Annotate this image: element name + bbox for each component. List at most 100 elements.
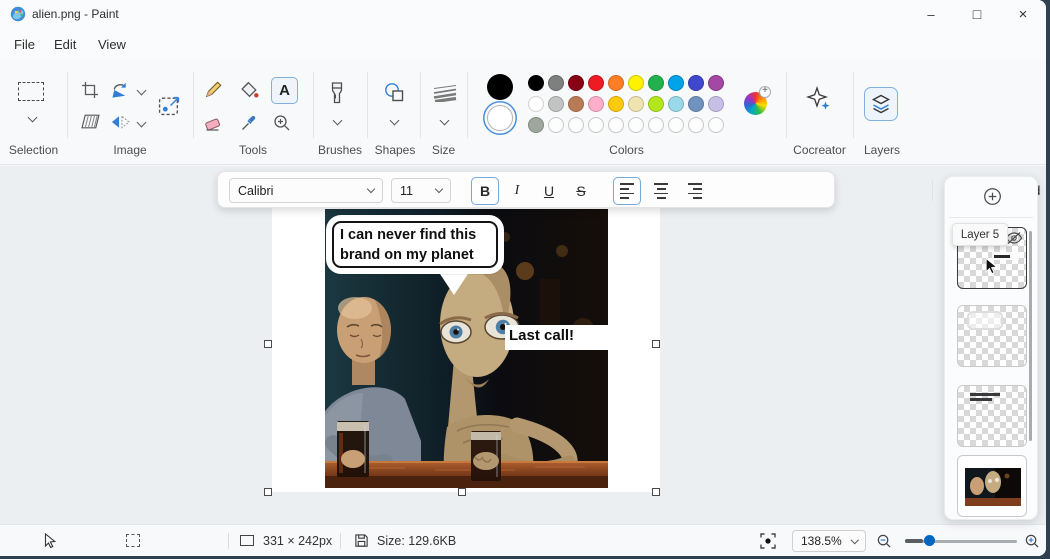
paint-window: alien.png - Paint – □ × File Edit View bbox=[0, 0, 1046, 556]
bold-button[interactable]: B bbox=[471, 177, 499, 205]
color-swatch[interactable] bbox=[528, 96, 544, 112]
color-swatch[interactable] bbox=[648, 75, 664, 91]
canvas-size-icon bbox=[240, 535, 254, 546]
layer-thumbnail-photo[interactable] bbox=[957, 455, 1027, 517]
magnifier-tool-icon[interactable] bbox=[272, 113, 292, 133]
color-swatch[interactable] bbox=[568, 117, 584, 133]
fill-bucket-icon[interactable] bbox=[239, 79, 260, 100]
color1-swatch[interactable] bbox=[487, 74, 513, 100]
drawing-canvas[interactable]: I can never find this brand on my planet… bbox=[272, 204, 660, 492]
cocreator-sparkle-icon[interactable] bbox=[805, 85, 833, 113]
text-tool-button[interactable]: A bbox=[271, 77, 298, 104]
crop-icon[interactable] bbox=[81, 81, 99, 99]
caption-text[interactable]: Last call! bbox=[505, 325, 609, 350]
color-swatch[interactable] bbox=[708, 75, 724, 91]
rotate-icon[interactable] bbox=[111, 81, 130, 99]
color2-swatch-selected[interactable] bbox=[487, 105, 513, 131]
divider bbox=[193, 72, 194, 138]
color-swatch[interactable] bbox=[528, 75, 544, 91]
menu-edit[interactable]: Edit bbox=[46, 32, 84, 56]
color-swatch[interactable] bbox=[548, 96, 564, 112]
layer-thumbnail-text[interactable] bbox=[957, 385, 1027, 447]
color-swatch[interactable] bbox=[568, 75, 584, 91]
group-label-brushes: Brushes bbox=[313, 143, 367, 157]
maximize-button[interactable]: □ bbox=[954, 0, 1000, 28]
color-swatch[interactable] bbox=[568, 96, 584, 112]
color-swatch[interactable] bbox=[548, 75, 564, 91]
color-swatch[interactable] bbox=[528, 117, 544, 133]
underline-button[interactable]: U bbox=[535, 177, 563, 205]
align-right-button[interactable] bbox=[681, 177, 709, 205]
color-swatch[interactable] bbox=[708, 117, 724, 133]
text-tool-a-glyph: A bbox=[279, 82, 290, 99]
zoom-in-icon[interactable] bbox=[1024, 533, 1040, 549]
color-swatch[interactable] bbox=[588, 75, 604, 91]
resize-image-icon[interactable] bbox=[158, 95, 181, 116]
align-left-button[interactable] bbox=[613, 177, 641, 205]
color-swatch[interactable] bbox=[608, 96, 624, 112]
color-swatch[interactable] bbox=[688, 75, 704, 91]
color-swatch[interactable] bbox=[668, 75, 684, 91]
italic-button[interactable]: I bbox=[503, 177, 531, 205]
zoom-out-icon[interactable] bbox=[876, 533, 892, 549]
resize-handle-bottom-center[interactable] bbox=[458, 488, 466, 496]
color-swatch[interactable] bbox=[588, 96, 604, 112]
color-picker-icon[interactable] bbox=[239, 113, 259, 133]
pencil-icon[interactable] bbox=[203, 79, 224, 100]
brushes-icon[interactable] bbox=[327, 81, 347, 105]
layers-panel-button[interactable] bbox=[864, 87, 898, 121]
speech-bubble[interactable]: I can never find this brand on my planet bbox=[332, 221, 498, 268]
fit-to-screen-icon[interactable] bbox=[760, 533, 776, 549]
font-family-select[interactable]: Calibri bbox=[229, 178, 383, 203]
zoom-slider-handle[interactable] bbox=[924, 535, 935, 546]
color-swatch[interactable] bbox=[668, 117, 684, 133]
eraser-icon[interactable] bbox=[203, 113, 223, 133]
chevron-down-icon[interactable] bbox=[390, 116, 400, 126]
resize-handle-mid-right[interactable] bbox=[652, 340, 660, 348]
menu-file[interactable]: File bbox=[6, 32, 43, 56]
chevron-down-icon[interactable] bbox=[333, 116, 343, 126]
color-swatch[interactable] bbox=[688, 96, 704, 112]
zoom-level-select[interactable]: 138.5% bbox=[792, 530, 866, 552]
color-swatch[interactable] bbox=[588, 117, 604, 133]
color-swatch[interactable] bbox=[608, 75, 624, 91]
color-swatch[interactable] bbox=[628, 96, 644, 112]
chevron-down-icon[interactable] bbox=[440, 116, 450, 126]
align-center-button[interactable] bbox=[647, 177, 675, 205]
color-swatch[interactable] bbox=[668, 96, 684, 112]
divider bbox=[786, 72, 787, 138]
resize-handle-bottom-right[interactable] bbox=[652, 488, 660, 496]
selection-tool-button[interactable] bbox=[18, 82, 44, 101]
flip-icon[interactable] bbox=[111, 114, 130, 130]
color-swatch[interactable] bbox=[608, 117, 624, 133]
resize-handle-bottom-left[interactable] bbox=[264, 488, 272, 496]
font-family-value: Calibri bbox=[238, 184, 273, 198]
layers-scrollbar[interactable] bbox=[1029, 231, 1032, 441]
color-swatch[interactable] bbox=[708, 96, 724, 112]
ribbon-toolbar: Selection Image A bbox=[0, 60, 1046, 165]
strikethrough-button[interactable]: S bbox=[567, 177, 595, 205]
group-label-cocreator: Cocreator bbox=[786, 143, 853, 157]
size-icon[interactable] bbox=[432, 84, 458, 102]
color-swatch[interactable] bbox=[628, 75, 644, 91]
add-layer-button[interactable] bbox=[983, 187, 1002, 206]
shapes-icon[interactable] bbox=[383, 82, 406, 103]
minimize-button[interactable]: – bbox=[908, 0, 954, 28]
mini-bubble-preview bbox=[967, 311, 1003, 330]
color-swatch[interactable] bbox=[548, 117, 564, 133]
chevron-down-icon[interactable] bbox=[137, 118, 147, 128]
menu-view[interactable]: View bbox=[90, 32, 134, 56]
edit-colors-wheel-icon[interactable] bbox=[744, 92, 767, 115]
color-swatch[interactable] bbox=[628, 117, 644, 133]
color-swatch[interactable] bbox=[648, 117, 664, 133]
group-label-colors: Colors bbox=[467, 143, 786, 157]
resize-handle-mid-left[interactable] bbox=[264, 340, 272, 348]
resize-skew-icon[interactable] bbox=[81, 114, 100, 129]
color-swatch[interactable] bbox=[648, 96, 664, 112]
font-size-select[interactable]: 11 bbox=[391, 178, 451, 203]
color-swatch[interactable] bbox=[688, 117, 704, 133]
chevron-down-icon[interactable] bbox=[137, 86, 147, 96]
close-button[interactable]: × bbox=[1000, 0, 1046, 28]
chevron-down-icon[interactable] bbox=[28, 113, 38, 123]
layer-thumbnail-bubble[interactable] bbox=[957, 305, 1027, 367]
